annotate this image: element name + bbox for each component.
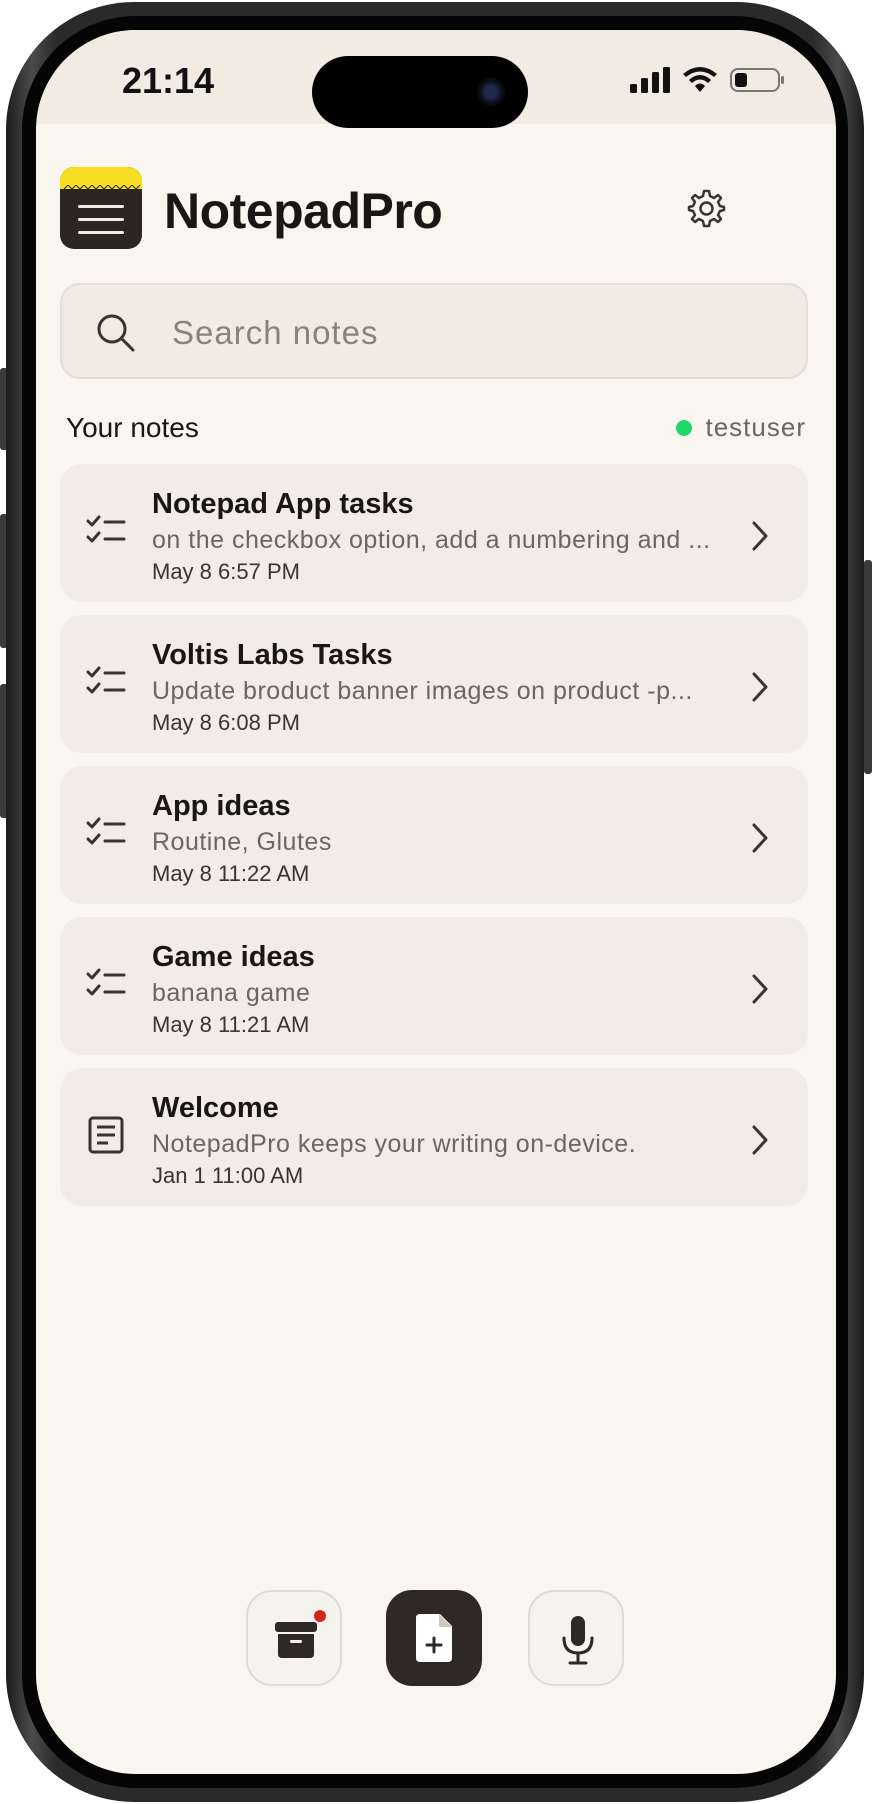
username: testuser — [705, 412, 806, 442]
note-date: May 8 11:21 AM — [152, 1012, 310, 1037]
app-logo — [60, 167, 142, 249]
chevron-right-icon — [752, 823, 768, 853]
search-bar[interactable] — [60, 283, 808, 379]
notification-badge — [314, 1610, 326, 1622]
app-title: NotepadPro — [164, 183, 443, 239]
note-preview: on the checkbox option, add a numbering … — [152, 526, 711, 554]
settings-button[interactable] — [686, 188, 726, 228]
dynamic-island — [312, 56, 528, 128]
section-title: Your notes — [66, 412, 199, 443]
document-icon — [88, 1116, 124, 1154]
wifi-icon — [683, 67, 717, 92]
user-indicator: testuser — [675, 412, 807, 443]
screen: 21:14 NotepadPro Search notes Your notes… — [36, 30, 836, 1774]
camera-icon — [477, 78, 505, 106]
note-item[interactable]: Welcome NotepadPro keeps your writing on… — [60, 1068, 808, 1206]
microphone-icon — [562, 1616, 594, 1665]
status-time: 21:14 — [122, 60, 215, 101]
archive-button[interactable] — [246, 1590, 342, 1686]
note-item[interactable]: Notepad App tasks on the checkbox option… — [60, 464, 808, 602]
note-title: Notepad App tasks — [152, 488, 414, 520]
signal-icon — [630, 67, 670, 93]
note-date: May 8 11:22 AM — [152, 861, 310, 886]
note-preview: banana game — [152, 979, 311, 1007]
note-title: Welcome — [152, 1092, 279, 1124]
online-status-dot — [675, 419, 692, 436]
search-input[interactable] — [170, 305, 774, 361]
notes-list: Notepad App tasks on the checkbox option… — [60, 464, 808, 1219]
status-icons — [630, 66, 786, 94]
chevron-right-icon — [752, 974, 768, 1004]
chevron-right-icon — [752, 672, 768, 702]
note-title: Voltis Labs Tasks — [152, 639, 393, 671]
checklist-icon — [86, 515, 126, 543]
chevron-right-icon — [752, 521, 768, 551]
note-title: App ideas — [152, 790, 291, 822]
gear-icon — [687, 189, 726, 228]
checklist-icon — [86, 666, 126, 694]
note-date: May 8 6:08 PM — [152, 710, 300, 735]
chevron-right-icon — [752, 1125, 768, 1155]
note-title: Game ideas — [152, 941, 315, 973]
power-button — [864, 560, 872, 774]
note-preview: Routine, Glutes — [152, 828, 332, 856]
note-item[interactable]: Game ideas banana game May 8 11:21 AM — [60, 917, 808, 1055]
checklist-icon — [86, 968, 126, 996]
new-document-icon — [416, 1614, 452, 1662]
new-note-button[interactable] — [386, 1590, 482, 1686]
note-item[interactable]: App ideas Routine, Glutes May 8 11:22 AM — [60, 766, 808, 904]
note-date: May 8 6:57 PM — [152, 559, 300, 584]
note-item[interactable]: Voltis Labs Tasks Update broduct banner … — [60, 615, 808, 753]
search-icon — [97, 314, 135, 352]
checklist-icon — [86, 817, 126, 845]
status-bar: 21:14 — [36, 30, 836, 128]
note-preview: NotepadPro keeps your writing on-device. — [152, 1130, 637, 1158]
note-preview: Update broduct banner images on product … — [152, 677, 693, 705]
archive-box-icon — [275, 1622, 317, 1658]
voice-note-button[interactable] — [528, 1590, 624, 1686]
battery-icon — [730, 68, 784, 92]
note-date: Jan 1 11:00 AM — [152, 1163, 304, 1188]
